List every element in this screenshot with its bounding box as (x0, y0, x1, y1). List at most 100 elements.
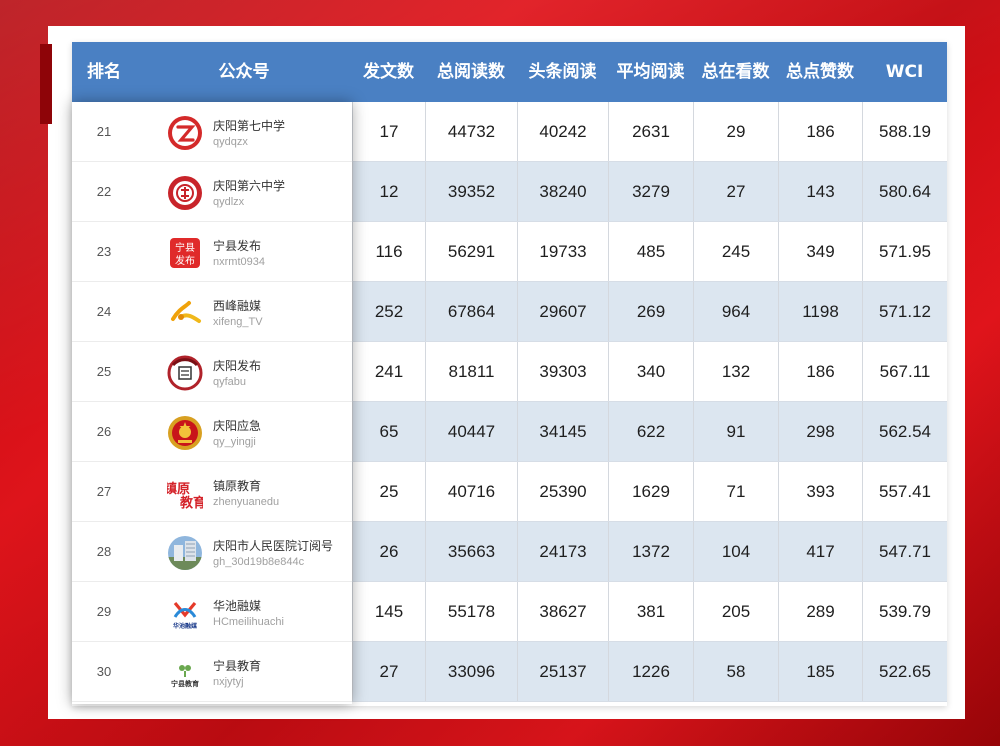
account-id: qy_yingji (213, 436, 256, 448)
account-id: zhenyuanedu (213, 496, 280, 508)
avg-reads-cell: 381 (608, 582, 693, 641)
account-name: 宁县发布 (213, 239, 262, 253)
table-header: 排名 公众号 发文数 总阅读数 头条阅读 平均阅读 总在看数 总点赞数 WCI (72, 42, 947, 102)
looking-cell: 71 (693, 462, 778, 521)
looking-cell: 205 (693, 582, 778, 641)
wci-cell: 567.11 (862, 342, 947, 401)
headline-reads-cell: 38240 (517, 162, 608, 221)
svg-text:镇原: 镇原 (167, 481, 190, 497)
headline-reads-cell: 29607 (517, 282, 608, 341)
red-corner-tab (40, 44, 52, 124)
account-id: qydqzx (213, 136, 248, 148)
svg-text:发布: 发布 (175, 254, 195, 267)
account-row: 30 宁县教育 宁县教育 nxjytyj (72, 642, 352, 702)
account-name: 庆阳市人民医院订阅号 (213, 539, 334, 553)
posts-cell: 252 (352, 282, 425, 341)
avg-reads-cell: 269 (608, 282, 693, 341)
account-row: 26 庆阳应急 qy_yingji (72, 402, 352, 462)
account-row: 23 宁县 发布 宁县发布 nxrmt0934 (72, 222, 352, 282)
rank-cell: 28 (96, 544, 112, 559)
huachi-media-logo-icon: 华池融媒 (167, 595, 203, 631)
wci-cell: 562.54 (862, 402, 947, 461)
wci-cell: 571.95 (862, 222, 947, 281)
account-id: HCmeilihuachi (213, 616, 284, 628)
rank-cell: 27 (96, 484, 112, 499)
total-reads-cell: 44732 (425, 102, 517, 161)
header-total-likes: 总点赞数 (786, 62, 854, 82)
avg-reads-cell: 622 (608, 402, 693, 461)
wci-cell: 547.71 (862, 522, 947, 581)
rank-cell: 24 (96, 304, 112, 319)
likes-cell: 417 (778, 522, 862, 581)
rank-cell: 25 (96, 364, 112, 379)
header-wci: WCI (885, 62, 924, 82)
posts-cell: 241 (352, 342, 425, 401)
posts-cell: 27 (352, 642, 425, 701)
account-name: 庆阳应急 (213, 419, 262, 433)
school-seven-logo-icon (167, 115, 203, 151)
total-reads-cell: 67864 (425, 282, 517, 341)
zhenyuan-edu-logo-icon: 镇原 教育 (164, 475, 206, 511)
rank-cell: 21 (96, 124, 112, 139)
account-name: 镇原教育 (213, 479, 262, 493)
headline-reads-cell: 25137 (517, 642, 608, 701)
header-avg-reads: 平均阅读 (616, 62, 685, 82)
total-reads-cell: 40716 (425, 462, 517, 521)
total-reads-cell: 35663 (425, 522, 517, 581)
headline-reads-cell: 38627 (517, 582, 608, 641)
likes-cell: 349 (778, 222, 862, 281)
account-row: 27 镇原 教育 镇原教育 zhenyuanedu (72, 462, 352, 522)
svg-text:宁县教育: 宁县教育 (171, 679, 199, 688)
likes-cell: 185 (778, 642, 862, 701)
ningxian-fabu-logo-icon: 宁县 发布 (167, 235, 203, 271)
account-id: gh_30d19b8e844c (213, 556, 305, 568)
account-name: 宁县教育 (213, 659, 262, 673)
looking-cell: 245 (693, 222, 778, 281)
total-reads-cell: 33096 (425, 642, 517, 701)
likes-cell: 143 (778, 162, 862, 221)
rank-cell: 22 (96, 184, 112, 199)
school-six-logo-icon (167, 175, 203, 211)
posts-cell: 116 (352, 222, 425, 281)
likes-cell: 186 (778, 102, 862, 161)
wci-cell: 571.12 (862, 282, 947, 341)
header-rank: 排名 (87, 62, 121, 82)
account-id: xifeng_TV (213, 316, 263, 328)
headline-reads-cell: 25390 (517, 462, 608, 521)
account-name: 庆阳发布 (213, 359, 262, 373)
likes-cell: 289 (778, 582, 862, 641)
rank-cell: 30 (96, 664, 112, 679)
likes-cell: 1198 (778, 282, 862, 341)
ningxian-edu-logo-icon: 宁县教育 (167, 655, 203, 691)
rank-cell: 23 (96, 244, 112, 259)
likes-cell: 186 (778, 342, 862, 401)
wci-cell: 588.19 (862, 102, 947, 161)
account-name: 庆阳第六中学 (213, 179, 286, 193)
likes-cell: 393 (778, 462, 862, 521)
total-reads-cell: 56291 (425, 222, 517, 281)
posts-cell: 26 (352, 522, 425, 581)
svg-text:宁县: 宁县 (175, 241, 195, 254)
rank-cell: 29 (96, 604, 112, 619)
svg-text:教育: 教育 (179, 495, 203, 511)
looking-cell: 132 (693, 342, 778, 401)
account-row: 22 庆阳第六中学 qydlzx (72, 162, 352, 222)
looking-cell: 964 (693, 282, 778, 341)
wci-cell: 580.64 (862, 162, 947, 221)
avg-reads-cell: 340 (608, 342, 693, 401)
posts-cell: 65 (352, 402, 425, 461)
account-panel: 21 庆阳第七中学 qydqzx 22 庆阳第六中学 qydlzx 23 宁县 发布 宁县发布 nx… (72, 102, 352, 704)
qingyang-fabu-logo-icon (167, 355, 203, 391)
avg-reads-cell: 3279 (608, 162, 693, 221)
avg-reads-cell: 2631 (608, 102, 693, 161)
headline-reads-cell: 24173 (517, 522, 608, 581)
likes-cell: 298 (778, 402, 862, 461)
account-name: 西峰融媒 (213, 299, 262, 313)
account-name: 华池融媒 (213, 599, 262, 613)
headline-reads-cell: 19733 (517, 222, 608, 281)
looking-cell: 104 (693, 522, 778, 581)
avg-reads-cell: 1372 (608, 522, 693, 581)
account-row: 24 西峰融媒 xifeng_TV (72, 282, 352, 342)
svg-text:华池融媒: 华池融媒 (173, 622, 198, 630)
account-id: qyfabu (213, 376, 247, 388)
